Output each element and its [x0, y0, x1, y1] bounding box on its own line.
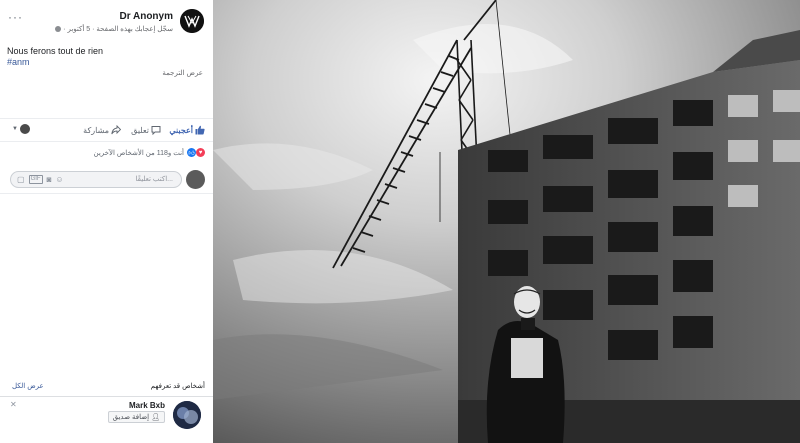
comment-icon: [151, 126, 161, 135]
hashtag-link[interactable]: #anm: [7, 57, 30, 67]
post-date[interactable]: 5 أكتوبر: [67, 26, 90, 33]
post-meta: سجّل إعجابك بهذه الصفحة · 5 أكتوبر ·: [53, 25, 173, 33]
comment-composer: اكتب تعليقًا... ▢ GIF ◙ ☺: [0, 166, 213, 194]
post-as-selector[interactable]: ▼: [12, 124, 30, 134]
page-name[interactable]: Dr Anonym: [119, 11, 173, 22]
people-you-may-know-header: أشخاص قد تعرفهم عرض الكل: [0, 378, 213, 394]
gif-icon[interactable]: GIF: [28, 175, 43, 184]
photo-image: [213, 0, 800, 443]
like-icon: [195, 125, 205, 135]
close-icon[interactable]: ✕: [10, 400, 17, 409]
user-mini-avatar: [19, 124, 30, 134]
suggestion-avatar[interactable]: [173, 401, 201, 429]
like-button[interactable]: أعجبني: [169, 125, 205, 135]
like-reaction-icon: 👍︎: [187, 148, 196, 157]
post-photo[interactable]: [213, 0, 800, 443]
globe-icon: [55, 26, 62, 32]
like-label: أعجبني: [169, 125, 193, 135]
post-text: Nous ferons tout de rien: [7, 46, 104, 56]
see-translation-link[interactable]: عرض الترجمة: [162, 69, 203, 77]
share-label: مشاركة: [83, 125, 109, 135]
avatar-image: [173, 401, 201, 429]
page-avatar[interactable]: [180, 9, 204, 33]
post-panel: Dr Anonym سجّل إعجابك بهذه الصفحة · 5 أك…: [0, 0, 213, 443]
friend-suggestion-card: ✕ Mark Bxb إضافة صديق 👤︎: [0, 396, 213, 443]
reactions-summary[interactable]: ♥ 👍︎ أنت و118 من الأشخاص الآخرين: [93, 148, 205, 157]
pymk-title: أشخاص قد تعرفهم: [150, 383, 205, 390]
suggestion-name[interactable]: Mark Bxb: [129, 401, 165, 410]
comment-label: تعليق: [131, 125, 149, 135]
logo-icon: [180, 9, 204, 33]
emoji-icon[interactable]: ☺: [55, 175, 63, 184]
composer-icons: ▢ GIF ◙ ☺: [17, 175, 64, 184]
share-button[interactable]: مشاركة: [83, 125, 121, 135]
comment-input[interactable]: اكتب تعليقًا... ▢ GIF ◙ ☺: [10, 171, 182, 188]
action-bar: أعجبني تعليق مشاركة ▼: [0, 118, 213, 142]
add-friend-label: إضافة صديق: [112, 414, 150, 421]
user-avatar: [186, 170, 205, 189]
share-icon: [111, 125, 121, 135]
like-page-link[interactable]: سجّل إعجابك بهذه الصفحة: [96, 26, 173, 33]
comment-placeholder: اكتب تعليقًا...: [135, 176, 173, 183]
comment-button[interactable]: تعليق: [131, 125, 161, 135]
camera-icon[interactable]: ◙: [47, 175, 52, 184]
sticker-icon[interactable]: ▢: [17, 175, 25, 184]
add-friend-button[interactable]: إضافة صديق 👤︎: [107, 411, 165, 423]
more-icon[interactable]: ···: [8, 11, 23, 23]
chevron-down-icon: ▼: [12, 126, 18, 132]
post-header: Dr Anonym سجّل إعجابك بهذه الصفحة · 5 أك…: [0, 0, 213, 40]
reactions-count: أنت و118 من الأشخاص الآخرين: [93, 149, 185, 157]
see-all-link[interactable]: عرض الكل: [12, 382, 44, 390]
add-friend-icon: 👤︎: [151, 414, 160, 421]
love-icon: ♥: [196, 148, 205, 157]
